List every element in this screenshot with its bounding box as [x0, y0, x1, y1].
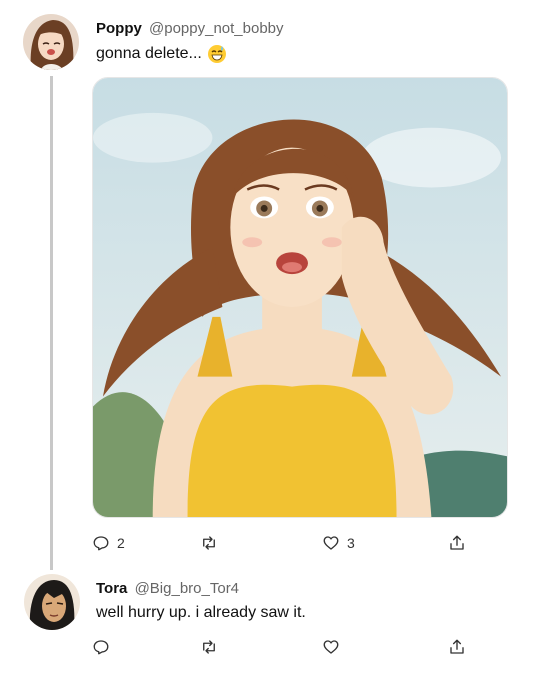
like-button[interactable]: 3	[322, 534, 355, 552]
share-icon	[450, 535, 464, 550]
thread-connector-line	[50, 76, 53, 570]
heart-icon	[323, 640, 339, 654]
share-button[interactable]	[448, 638, 466, 656]
reply-icon	[93, 536, 109, 551]
heart-icon	[323, 536, 339, 550]
reply-count: 2	[117, 535, 125, 551]
like-count: 3	[347, 535, 355, 551]
user-handle[interactable]: @Big_bro_Tor4	[135, 580, 239, 597]
retweet-icon	[203, 640, 215, 654]
post-text-content: gonna delete...	[96, 45, 202, 62]
retweet-button[interactable]	[200, 638, 225, 656]
post-text: gonna delete...	[96, 44, 227, 64]
user-handle[interactable]: @poppy_not_bobby	[149, 20, 284, 37]
post-actions	[92, 638, 472, 658]
reply-icon	[93, 640, 109, 655]
post-text: well hurry up. i already saw it.	[96, 604, 306, 621]
retweet-icon	[203, 536, 215, 550]
poppy-avatar[interactable]	[23, 14, 79, 70]
like-button[interactable]	[322, 638, 347, 656]
tora-avatar[interactable]	[24, 574, 80, 630]
retweet-button[interactable]	[200, 534, 225, 552]
post-image[interactable]	[92, 77, 508, 518]
reply-button[interactable]	[92, 638, 117, 656]
display-name[interactable]: Tora	[96, 580, 127, 597]
share-button[interactable]	[448, 534, 466, 552]
post-actions: 2 3	[92, 534, 472, 554]
share-icon	[450, 639, 464, 654]
post-header: Tora @Big_bro_Tor4	[96, 580, 239, 597]
grinning-sweat-emoji	[207, 44, 227, 64]
post-header: Poppy @poppy_not_bobby	[96, 20, 284, 37]
reply-button[interactable]: 2	[92, 534, 125, 552]
display-name[interactable]: Poppy	[96, 20, 142, 37]
